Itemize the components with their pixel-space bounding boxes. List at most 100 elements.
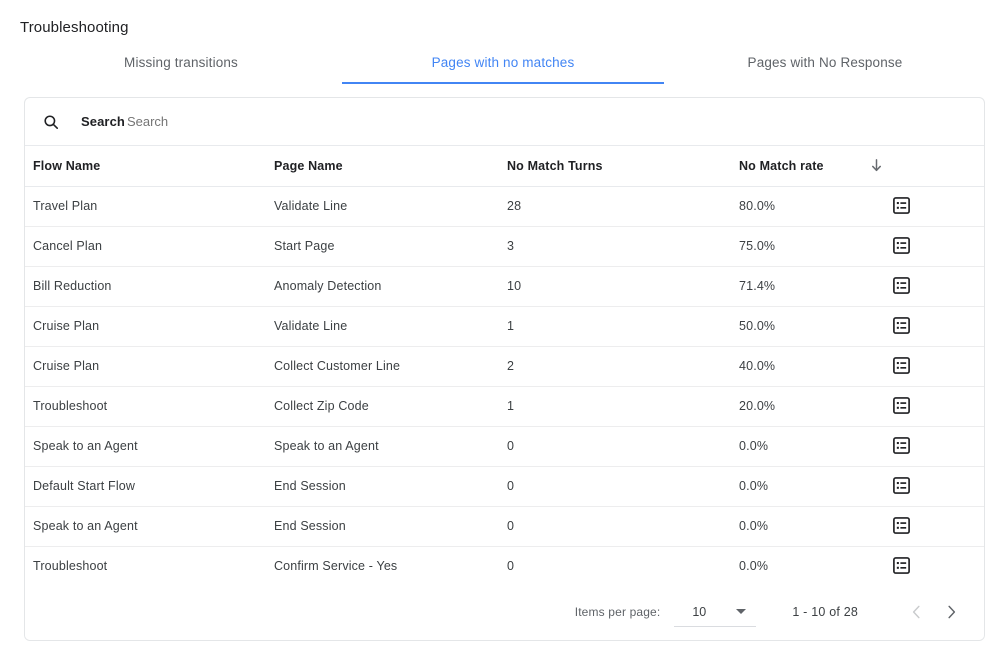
list-details-icon[interactable] bbox=[889, 554, 913, 578]
list-details-icon[interactable] bbox=[889, 194, 913, 218]
table-row[interactable]: Speak to an Agent Speak to an Agent 0 0.… bbox=[25, 426, 985, 466]
table-row[interactable]: Cancel Plan Start Page 3 75.0% bbox=[25, 226, 985, 266]
cell-page-name: Speak to an Agent bbox=[266, 426, 499, 466]
list-details-icon[interactable] bbox=[889, 474, 913, 498]
previous-page-button[interactable] bbox=[900, 595, 934, 629]
list-details-icon[interactable] bbox=[889, 274, 913, 298]
column-header-flow-name[interactable]: Flow Name bbox=[25, 146, 266, 186]
cell-actions bbox=[881, 306, 985, 346]
cell-flow-name: Default Start Flow bbox=[25, 466, 266, 506]
list-details-icon[interactable] bbox=[889, 514, 913, 538]
items-per-page-select[interactable]: 10 bbox=[674, 597, 756, 627]
cell-no-match-turns: 0 bbox=[499, 546, 731, 586]
cell-actions bbox=[881, 506, 985, 546]
cell-page-name: Validate Line bbox=[266, 306, 499, 346]
cell-page-name: End Session bbox=[266, 506, 499, 546]
table-paginator: Items per page: 10 1 - 10 of 28 bbox=[25, 584, 984, 640]
no-match-table: Flow Name Page Name No Match Turns No Ma… bbox=[25, 146, 985, 587]
tab-missing-transitions[interactable]: Missing transitions bbox=[20, 46, 342, 84]
cell-no-match-turns: 3 bbox=[499, 226, 731, 266]
column-header-no-match-rate[interactable]: No Match rate bbox=[731, 146, 881, 186]
cell-no-match-turns: 0 bbox=[499, 426, 731, 466]
cell-page-name: Anomaly Detection bbox=[266, 266, 499, 306]
cell-no-match-rate: 0.0% bbox=[731, 426, 881, 466]
cell-page-name: Confirm Service - Yes bbox=[266, 546, 499, 586]
next-page-button[interactable] bbox=[934, 595, 968, 629]
troubleshooting-page: Troubleshooting Missing transitions Page… bbox=[0, 0, 1008, 664]
cell-actions bbox=[881, 226, 985, 266]
tab-pages-with-no-matches[interactable]: Pages with no matches bbox=[342, 46, 664, 84]
cell-no-match-turns: 1 bbox=[499, 306, 731, 346]
tab-pages-with-no-response[interactable]: Pages with No Response bbox=[664, 46, 986, 84]
arrow-down-icon bbox=[870, 158, 881, 173]
cell-no-match-rate: 75.0% bbox=[731, 226, 881, 266]
table-header-row: Flow Name Page Name No Match Turns No Ma… bbox=[25, 146, 985, 186]
table-row[interactable]: Cruise Plan Validate Line 1 50.0% bbox=[25, 306, 985, 346]
cell-page-name: End Session bbox=[266, 466, 499, 506]
cell-flow-name: Troubleshoot bbox=[25, 546, 266, 586]
cell-no-match-rate: 0.0% bbox=[731, 506, 881, 546]
cell-actions bbox=[881, 466, 985, 506]
cell-no-match-turns: 1 bbox=[499, 386, 731, 426]
cell-flow-name: Bill Reduction bbox=[25, 266, 266, 306]
table-row[interactable]: Cruise Plan Collect Customer Line 2 40.0… bbox=[25, 346, 985, 386]
items-per-page-label: Items per page: bbox=[575, 605, 661, 619]
cell-no-match-rate: 80.0% bbox=[731, 186, 881, 226]
list-details-icon[interactable] bbox=[889, 234, 913, 258]
table-row[interactable]: Travel Plan Validate Line 28 80.0% bbox=[25, 186, 985, 226]
table-row[interactable]: Speak to an Agent End Session 0 0.0% bbox=[25, 506, 985, 546]
search-bar[interactable]: Search bbox=[25, 98, 984, 146]
chevron-left-icon bbox=[908, 603, 926, 621]
column-header-page-name[interactable]: Page Name bbox=[266, 146, 499, 186]
column-header-no-match-rate-label: No Match rate bbox=[739, 159, 824, 173]
cell-actions bbox=[881, 186, 985, 226]
column-header-actions bbox=[881, 146, 985, 186]
search-icon bbox=[41, 112, 61, 132]
cell-no-match-turns: 2 bbox=[499, 346, 731, 386]
cell-flow-name: Speak to an Agent bbox=[25, 506, 266, 546]
cell-actions bbox=[881, 426, 985, 466]
troubleshooting-card: Search Flow Name Page Name No Match Turn… bbox=[24, 97, 985, 641]
cell-actions bbox=[881, 546, 985, 586]
table-row[interactable]: Default Start Flow End Session 0 0.0% bbox=[25, 466, 985, 506]
chevron-right-icon bbox=[942, 603, 960, 621]
list-details-icon[interactable] bbox=[889, 394, 913, 418]
list-details-icon[interactable] bbox=[889, 434, 913, 458]
cell-flow-name: Troubleshoot bbox=[25, 386, 266, 426]
table-row[interactable]: Troubleshoot Confirm Service - Yes 0 0.0… bbox=[25, 546, 985, 586]
cell-actions bbox=[881, 386, 985, 426]
tab-bar: Missing transitions Pages with no matche… bbox=[20, 46, 986, 84]
page-title: Troubleshooting bbox=[20, 18, 129, 38]
cell-no-match-rate: 0.0% bbox=[731, 466, 881, 506]
table-header: Flow Name Page Name No Match Turns No Ma… bbox=[25, 146, 985, 186]
cell-flow-name: Speak to an Agent bbox=[25, 426, 266, 466]
cell-actions bbox=[881, 346, 985, 386]
cell-no-match-turns: 0 bbox=[499, 466, 731, 506]
table-row[interactable]: Troubleshoot Collect Zip Code 1 20.0% bbox=[25, 386, 985, 426]
cell-actions bbox=[881, 266, 985, 306]
cell-page-name: Collect Customer Line bbox=[266, 346, 499, 386]
items-per-page-value: 10 bbox=[676, 605, 706, 619]
cell-flow-name: Cruise Plan bbox=[25, 346, 266, 386]
list-details-icon[interactable] bbox=[889, 354, 913, 378]
search-label: Search bbox=[81, 114, 125, 129]
table-body: Travel Plan Validate Line 28 80.0% bbox=[25, 186, 985, 586]
cell-flow-name: Cruise Plan bbox=[25, 306, 266, 346]
cell-no-match-turns: 28 bbox=[499, 186, 731, 226]
cell-no-match-turns: 10 bbox=[499, 266, 731, 306]
table-row[interactable]: Bill Reduction Anomaly Detection 10 71.4… bbox=[25, 266, 985, 306]
cell-flow-name: Travel Plan bbox=[25, 186, 266, 226]
pagination-range-label: 1 - 10 of 28 bbox=[792, 605, 858, 619]
list-details-icon[interactable] bbox=[889, 314, 913, 338]
cell-no-match-rate: 0.0% bbox=[731, 546, 881, 586]
cell-no-match-rate: 71.4% bbox=[731, 266, 881, 306]
cell-page-name: Validate Line bbox=[266, 186, 499, 226]
chevron-down-icon bbox=[736, 609, 746, 614]
cell-flow-name: Cancel Plan bbox=[25, 226, 266, 266]
cell-no-match-rate: 20.0% bbox=[731, 386, 881, 426]
cell-page-name: Collect Zip Code bbox=[266, 386, 499, 426]
column-header-no-match-turns[interactable]: No Match Turns bbox=[499, 146, 731, 186]
cell-no-match-turns: 0 bbox=[499, 506, 731, 546]
cell-no-match-rate: 50.0% bbox=[731, 306, 881, 346]
search-input[interactable] bbox=[125, 98, 968, 145]
